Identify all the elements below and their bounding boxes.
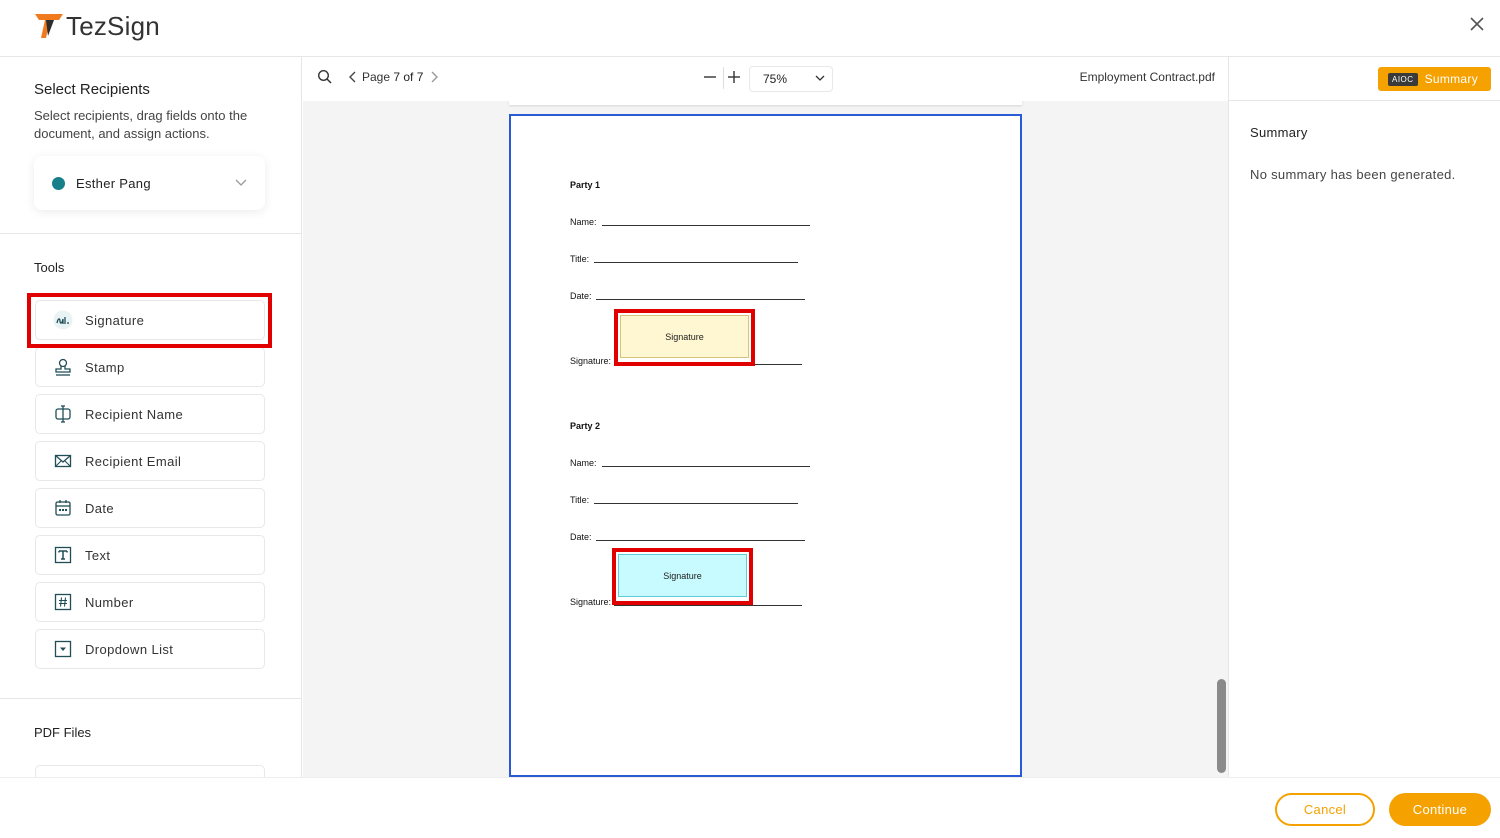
party1-name-line	[602, 225, 810, 226]
tool-date[interactable]: Date	[35, 488, 265, 528]
tool-recipient-email[interactable]: Recipient Email	[35, 441, 265, 481]
chevron-right-icon	[431, 71, 438, 83]
tool-label: Recipient Name	[85, 406, 184, 422]
aioc-badge: AIOC	[1388, 72, 1418, 86]
zoom-select[interactable]: 75%	[749, 66, 833, 92]
party1-signature-label: Signature:	[570, 356, 612, 366]
party2-title-line	[594, 503, 798, 504]
party2-date-line	[596, 540, 805, 541]
tool-label: Text	[85, 547, 111, 563]
party1-heading: Party 1	[570, 180, 601, 190]
pdf-file-item[interactable]	[35, 765, 265, 777]
party2-name-label: Name:	[570, 458, 597, 468]
previous-page-edge	[509, 101, 1022, 105]
summary-title: Summary	[1250, 125, 1308, 140]
document-toolbar: Page 7 of 7 75% Employment Contract.pdf	[303, 57, 1228, 101]
party2-signature-line	[614, 605, 802, 606]
divider	[0, 698, 301, 699]
zoom-value: 75%	[763, 72, 788, 86]
tool-stamp[interactable]: Stamp	[35, 347, 265, 387]
left-panel: Select Recipients Select recipients, dra…	[0, 57, 302, 777]
plus-icon	[728, 71, 740, 83]
tool-label: Number	[85, 594, 134, 610]
file-name: Employment Contract.pdf	[1079, 70, 1215, 84]
recipient-name: Esther Pang	[76, 175, 151, 191]
footer: Cancel Continue	[0, 777, 1500, 838]
dropdown-icon	[53, 639, 73, 659]
pdf-files-title: PDF Files	[34, 725, 92, 740]
chevron-down-icon	[815, 75, 825, 81]
tezsign-logo-icon	[35, 14, 63, 38]
summary-panel: AIOC Summary Summary No summary has been…	[1228, 57, 1500, 777]
recipient-selector[interactable]: Esther Pang	[34, 156, 265, 210]
page-value: 7 of 7	[393, 70, 424, 84]
calendar-icon	[53, 498, 73, 518]
hash-icon	[53, 592, 73, 612]
signature-icon	[53, 310, 73, 330]
tool-text[interactable]: Text	[35, 535, 265, 575]
app-header: TezSign	[0, 0, 1500, 57]
cancel-button[interactable]: Cancel	[1275, 793, 1375, 826]
zoom-out-button[interactable]	[703, 69, 717, 85]
page-indicator: Page 7 of 7	[362, 70, 423, 84]
next-page-button[interactable]	[428, 70, 440, 84]
continue-button[interactable]: Continue	[1389, 793, 1491, 826]
party1-date-label: Date:	[570, 291, 592, 301]
party2-heading: Party 2	[570, 421, 601, 431]
tools-title: Tools	[34, 260, 65, 275]
summary-button[interactable]: AIOC Summary	[1378, 67, 1491, 91]
tezsign-logo: TezSign	[34, 11, 160, 41]
tool-label: Recipient Email	[85, 453, 182, 469]
divider	[0, 233, 301, 234]
signature-field-label: Signature	[665, 331, 704, 342]
page-label: Page	[362, 70, 391, 84]
recipient-name-icon	[53, 404, 73, 424]
tool-label: Dropdown List	[85, 641, 174, 657]
tool-recipient-name[interactable]: Recipient Name	[35, 394, 265, 434]
tool-dropdown-list[interactable]: Dropdown List	[35, 629, 265, 669]
envelope-icon	[53, 451, 73, 471]
summary-button-label: Summary	[1424, 72, 1479, 86]
party1-signature-line	[614, 364, 802, 365]
viewer-scrollbar[interactable]	[1217, 679, 1226, 773]
document-page[interactable]: Party 1 Name: Title: Date: Signature: Si…	[509, 114, 1022, 777]
party2-signature-label: Signature:	[570, 597, 612, 607]
text-icon	[53, 545, 73, 565]
stamp-icon	[53, 357, 73, 377]
app-name: TezSign	[66, 11, 160, 41]
document-viewer[interactable]: Party 1 Name: Title: Date: Signature: Si…	[303, 101, 1228, 777]
tool-number[interactable]: Number	[35, 582, 265, 622]
recipient-color-dot	[52, 176, 65, 190]
summary-panel-header: AIOC Summary	[1229, 57, 1500, 101]
tool-label: Signature	[85, 312, 145, 328]
tool-signature[interactable]: Signature	[35, 300, 265, 340]
select-recipients-description: Select recipients, drag fields onto the …	[34, 108, 248, 141]
party2-date-label: Date:	[570, 532, 592, 542]
select-recipients-title: Select Recipients	[34, 81, 150, 98]
chevron-left-icon	[349, 71, 356, 83]
party1-name-label: Name:	[570, 217, 597, 227]
search-button[interactable]	[317, 69, 333, 85]
tool-label: Date	[85, 500, 115, 516]
party1-signature-field[interactable]: Signature	[620, 315, 749, 358]
close-icon	[1470, 17, 1484, 31]
party2-name-line	[602, 466, 810, 467]
prev-page-button[interactable]	[347, 70, 359, 84]
signature-field-label: Signature	[663, 570, 702, 581]
toolbar-separator	[723, 67, 724, 89]
zoom-in-button[interactable]	[727, 69, 741, 85]
search-icon	[317, 69, 332, 84]
party1-title-line	[594, 262, 798, 263]
tool-label: Stamp	[85, 359, 125, 375]
close-button[interactable]	[1466, 13, 1488, 35]
party1-date-line	[596, 299, 805, 300]
party2-title-label: Title:	[570, 495, 590, 505]
party2-signature-field[interactable]: Signature	[618, 554, 747, 597]
party1-title-label: Title:	[570, 254, 590, 264]
summary-text: No summary has been generated.	[1250, 167, 1456, 182]
chevron-down-icon	[235, 179, 247, 186]
minus-icon	[704, 76, 716, 78]
